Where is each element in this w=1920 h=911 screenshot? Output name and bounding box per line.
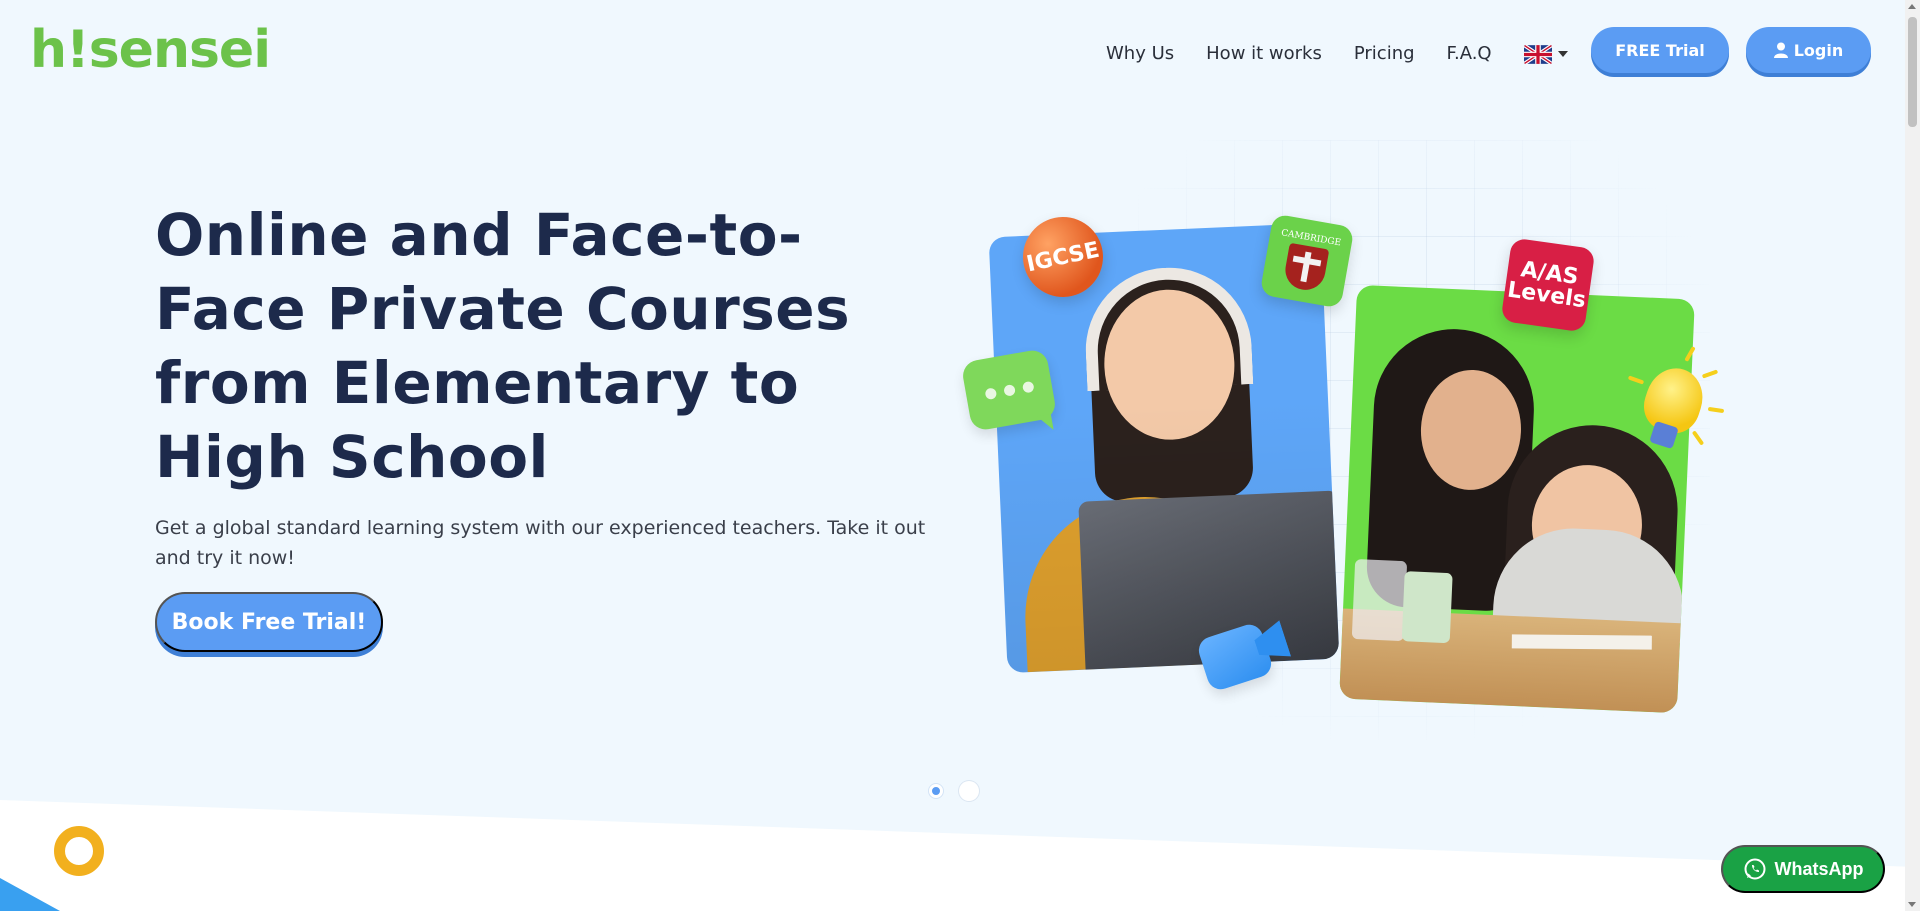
login-label: Login (1793, 40, 1844, 60)
hero-title: Online and Face-to-Face Private Courses … (155, 201, 851, 491)
paper (1511, 634, 1652, 650)
language-selector[interactable] (1523, 44, 1568, 64)
logo[interactable]: h!sensei (30, 18, 271, 82)
nav-why-us[interactable]: Why Us (1106, 40, 1174, 68)
scroll-down-icon[interactable] (1908, 902, 1916, 907)
main-nav: Why Us How it works Pricing F.A.Q (1106, 40, 1602, 68)
scroll-up-icon[interactable] (1908, 4, 1916, 9)
cambridge-badge: CAMBRIDGE (1259, 213, 1355, 309)
chat-bubble-icon (960, 348, 1058, 432)
carousel-dot-1[interactable] (929, 784, 943, 798)
nav-how-it-works[interactable]: How it works (1206, 40, 1322, 68)
chevron-down-icon (1557, 51, 1568, 57)
free-trial-button[interactable]: FREE Trial (1591, 27, 1729, 73)
login-button[interactable]: Login (1746, 27, 1871, 73)
carousel-dot-2[interactable] (959, 781, 979, 801)
ring-decoration (54, 826, 104, 876)
section-divider (0, 800, 1905, 911)
pencil-cup (1351, 559, 1408, 642)
light-ray (1707, 406, 1725, 414)
a-levels-badge: A/AS Levels (1500, 237, 1596, 333)
uk-flag-icon (1523, 44, 1552, 64)
shield-icon (1282, 242, 1330, 293)
scroll-thumb[interactable] (1908, 17, 1917, 127)
nav-pricing[interactable]: Pricing (1354, 40, 1415, 68)
mug (1401, 571, 1453, 644)
book-free-trial-button[interactable]: Book Free Trial! (155, 592, 383, 652)
whatsapp-button[interactable]: WhatsApp (1721, 845, 1885, 893)
hero-subtitle: Get a global standard learning system wi… (155, 517, 926, 569)
whatsapp-icon (1744, 858, 1765, 880)
scrollbar[interactable] (1905, 0, 1920, 911)
carousel-indicators (929, 781, 995, 801)
whatsapp-label: WhatsApp (1774, 858, 1864, 879)
user-icon (1773, 42, 1788, 58)
nav-faq[interactable]: F.A.Q (1447, 40, 1492, 68)
tutor-student-photo (1339, 284, 1695, 714)
